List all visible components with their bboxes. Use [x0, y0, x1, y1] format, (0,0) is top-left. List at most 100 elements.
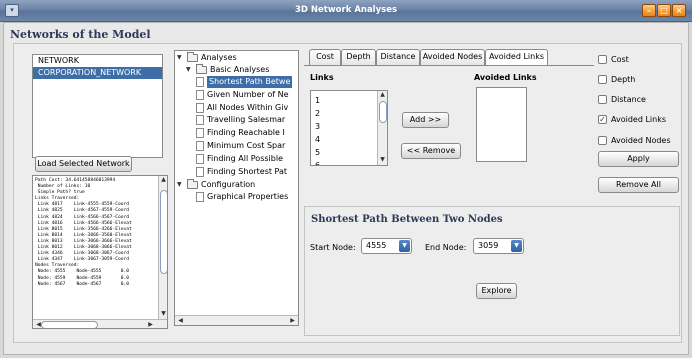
tree-item-analysis[interactable]: All Nodes Within Giv	[196, 102, 288, 114]
avoided-links-label: Avoided Links	[474, 73, 537, 82]
folder-icon	[196, 64, 207, 74]
result-line: Link 4825 Link-4567-4559-Coord	[35, 208, 130, 214]
document-icon	[196, 192, 204, 202]
expand-toggle-icon[interactable]: ▼	[177, 179, 184, 191]
tab-depth[interactable]: Depth	[341, 49, 376, 65]
checkbox-avoided-nodes[interactable]: Avoided Nodes	[598, 136, 671, 145]
window-controls: – □ ×	[642, 4, 686, 17]
network-item-selected[interactable]: CORPORATION_NETWORK	[33, 67, 162, 79]
window-title-bar: ▾ 3D Network Analyses – □ ×	[0, 0, 692, 22]
results-scroll-thumb[interactable]	[160, 190, 167, 274]
remove-all-button[interactable]: Remove All	[598, 177, 679, 193]
avoided-links-list[interactable]	[476, 87, 527, 162]
tree-node-basic-analyses[interactable]: ▼ Basic Analyses	[186, 64, 269, 76]
results-horizontal-scrollbar[interactable]: ◀ ▶	[33, 319, 167, 328]
start-node-label: Start Node:	[310, 243, 356, 252]
results-hscroll-thumb[interactable]	[41, 321, 98, 328]
scroll-down-icon[interactable]: ▼	[378, 156, 387, 164]
analysis-tree[interactable]: ▼ Analyses ▼ Basic Analyses Shortest Pat…	[174, 50, 299, 326]
tab-avoided-links[interactable]: Avoided Links	[485, 49, 548, 66]
tree-horizontal-scrollbar[interactable]: ◀ ▶	[175, 315, 298, 325]
maximize-icon[interactable]: □	[657, 4, 671, 17]
minimize-icon[interactable]: –	[642, 4, 656, 17]
result-line: Node: 4567 Node-4567 0.0	[35, 281, 130, 287]
links-scroll-thumb[interactable]	[379, 101, 387, 123]
remove-link-button[interactable]: << Remove	[401, 143, 461, 159]
results-text: Path Cost: 34.641458846013994 Number of …	[35, 178, 132, 288]
tree-node-analyses[interactable]: ▼ Analyses	[177, 52, 237, 64]
checkbox-box[interactable]	[598, 136, 607, 145]
document-icon	[196, 141, 204, 151]
list-item[interactable]: 3	[315, 122, 320, 131]
explore-button[interactable]: Explore	[476, 283, 517, 299]
list-item[interactable]: 2	[315, 109, 320, 118]
checkbox-box[interactable]	[598, 55, 607, 64]
tree-item-analysis[interactable]: Minimum Cost Spar	[196, 140, 285, 152]
links-label: Links	[310, 73, 334, 82]
tree-item-graphical-properties[interactable]: Graphical Properties	[196, 191, 288, 203]
folder-icon	[187, 179, 198, 189]
add-link-button[interactable]: Add >>	[402, 112, 449, 128]
tree-node-configuration[interactable]: ▼ Configuration	[177, 179, 255, 191]
result-line: Link 4016 Link-4566-4566-Elevat	[35, 220, 132, 226]
scroll-right-icon[interactable]: ▶	[288, 317, 297, 325]
chevron-down-icon[interactable]: ▼	[511, 240, 522, 252]
result-line: Link 8015 Link-3566-4266-Elevat	[35, 226, 132, 232]
chevron-down-icon[interactable]: ▼	[399, 240, 410, 252]
expand-toggle-icon[interactable]: ▼	[177, 52, 184, 64]
tab-cost[interactable]: Cost	[309, 49, 341, 65]
links-list[interactable]: 1 2 3 4 5 6 ▲ ▼	[310, 90, 388, 166]
list-item[interactable]: 1	[315, 96, 320, 105]
network-item[interactable]: NETWORK	[33, 55, 162, 67]
tab-avoided-nodes[interactable]: Avoided Nodes	[420, 49, 485, 65]
document-icon	[196, 77, 204, 87]
scroll-down-icon[interactable]: ▼	[159, 310, 167, 318]
end-node-select[interactable]: 3059 ▼	[473, 238, 524, 254]
expand-toggle-icon[interactable]: ▼	[186, 64, 193, 76]
shortest-path-title: Shortest Path Between Two Nodes	[311, 214, 503, 225]
end-node-label: End Node:	[425, 243, 467, 252]
apply-button[interactable]: Apply	[598, 151, 679, 167]
results-text-area[interactable]: Path Cost: 34.641458846013994 Number of …	[32, 175, 168, 329]
load-network-button[interactable]: Load Selected Network	[35, 156, 132, 172]
shortest-path-panel	[304, 206, 680, 336]
result-line: Link 4824 Link-4566-4567-Coord	[35, 214, 130, 220]
document-icon	[196, 166, 204, 177]
tab-distance[interactable]: Distance	[376, 49, 420, 65]
tree-item-analysis[interactable]: Finding All Possible	[196, 153, 283, 165]
tree-item-analysis[interactable]: Shortest Path Betwe	[196, 76, 293, 88]
result-line: Node: 4559 Node-4559 0.0	[35, 275, 130, 281]
document-icon	[196, 153, 204, 164]
scroll-right-icon[interactable]: ▶	[146, 321, 155, 328]
panel-title: Networks of the Model	[10, 28, 151, 41]
tree-item-analysis[interactable]: Given Number of Ne	[196, 89, 289, 101]
scroll-up-icon[interactable]: ▲	[159, 176, 167, 184]
network-list[interactable]: NETWORK CORPORATION_NETWORK	[32, 54, 163, 158]
results-vertical-scrollbar[interactable]: ▲ ▼	[158, 176, 167, 319]
checkbox-depth[interactable]: Depth	[598, 75, 635, 84]
scroll-up-icon[interactable]: ▲	[378, 91, 387, 99]
links-vertical-scrollbar[interactable]: ▲ ▼	[377, 91, 387, 165]
folder-icon	[187, 52, 198, 62]
document-icon	[196, 115, 204, 126]
checkbox-box[interactable]	[598, 95, 607, 104]
list-item[interactable]: 4	[315, 135, 320, 144]
result-line: Node: 4555 Node-4555 0.0	[35, 269, 130, 275]
document-icon	[196, 102, 204, 113]
close-icon[interactable]: ×	[672, 4, 686, 17]
tree-item-analysis[interactable]: Finding Shortest Pat	[196, 166, 287, 178]
checkbox-box[interactable]: ✓	[598, 115, 607, 124]
document-icon	[196, 89, 204, 100]
checkbox-cost[interactable]: Cost	[598, 55, 629, 64]
document-icon	[196, 128, 204, 139]
list-item[interactable]: 6	[315, 161, 320, 165]
checkbox-box[interactable]	[598, 75, 607, 84]
list-item[interactable]: 5	[315, 148, 320, 157]
start-node-select[interactable]: 4555 ▼	[361, 238, 412, 254]
window-title: 3D Network Analyses	[294, 5, 398, 15]
tree-item-analysis[interactable]: Travelling Salesmar	[196, 114, 285, 126]
scroll-left-icon[interactable]: ◀	[176, 317, 185, 325]
tree-item-analysis[interactable]: Finding Reachable I	[196, 127, 285, 139]
checkbox-avoided-links[interactable]: ✓ Avoided Links	[598, 115, 666, 124]
checkbox-distance[interactable]: Distance	[598, 95, 646, 104]
